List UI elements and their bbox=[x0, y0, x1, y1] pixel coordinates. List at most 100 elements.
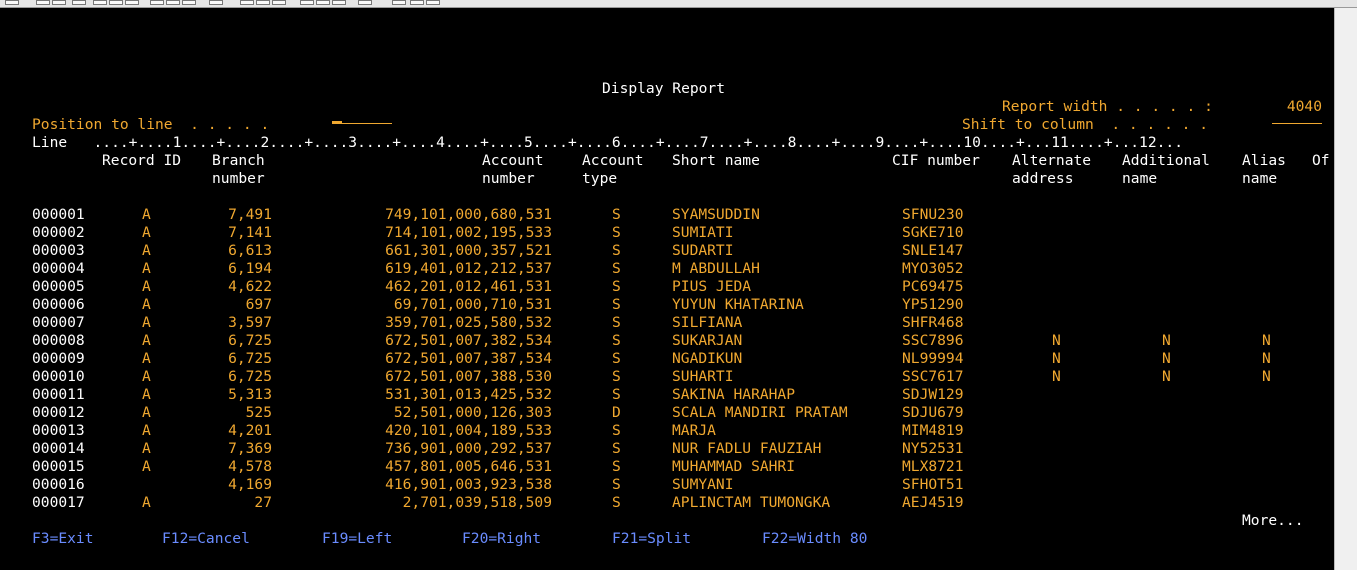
row-account-number: 69,701,000,710,531 bbox=[393, 296, 552, 313]
shift-to-column-input[interactable] bbox=[1272, 116, 1322, 134]
row-account-type: S bbox=[612, 476, 621, 493]
row-account-type: S bbox=[612, 494, 621, 511]
row-line-number: 000002 bbox=[32, 224, 85, 241]
row-record-id: A bbox=[142, 494, 151, 511]
row-account-number: 619,401,012,212,537 bbox=[385, 260, 552, 277]
row-short-name: SUKARJAN bbox=[672, 332, 743, 349]
row-short-name: NUR FADLU FAUZIAH bbox=[672, 440, 822, 457]
f21-split-key[interactable]: F21=Split bbox=[612, 530, 691, 548]
row-cif-number: SFNU230 bbox=[902, 206, 964, 223]
row-alternate-address: N bbox=[1052, 332, 1061, 349]
column-header-account-number: Account bbox=[482, 152, 544, 169]
row-account-number: 531,301,013,425,532 bbox=[385, 386, 552, 403]
row-record-id: A bbox=[142, 296, 151, 313]
f3-exit-key[interactable]: F3=Exit bbox=[32, 530, 94, 548]
row-branch: 4,578 bbox=[228, 458, 272, 475]
row-account-type: S bbox=[612, 332, 621, 349]
toolbar-button[interactable] bbox=[410, 0, 424, 5]
toolbar-button[interactable] bbox=[256, 0, 270, 5]
row-account-number: 672,501,007,382,534 bbox=[385, 332, 552, 349]
row-branch: 3,597 bbox=[228, 314, 272, 331]
row-account-number: 749,101,000,680,531 bbox=[385, 206, 552, 223]
toolbar-button[interactable] bbox=[358, 0, 372, 5]
toolbar-button[interactable] bbox=[166, 0, 180, 5]
row-line-number: 000010 bbox=[32, 368, 85, 385]
row-account-number: 661,301,000,357,521 bbox=[385, 242, 552, 259]
row-additional-name: N bbox=[1162, 350, 1171, 367]
column-header-cif-number: CIF number bbox=[892, 152, 980, 169]
row-branch: 6,725 bbox=[228, 368, 272, 385]
row-short-name: MARJA bbox=[672, 422, 716, 439]
toolbar-button[interactable] bbox=[36, 0, 50, 5]
row-short-name: SCALA MANDIRI PRATAM bbox=[672, 404, 848, 421]
row-short-name: M ABDULLAH bbox=[672, 260, 760, 277]
row-record-id: A bbox=[142, 350, 151, 367]
row-record-id: A bbox=[142, 314, 151, 331]
row-branch: 6,725 bbox=[228, 332, 272, 349]
row-cif-number: AEJ4519 bbox=[902, 494, 964, 511]
row-short-name: SAKINA HARAHAP bbox=[672, 386, 796, 403]
toolbar-button[interactable] bbox=[93, 0, 107, 5]
row-account-number: 736,901,000,292,537 bbox=[385, 440, 552, 457]
row-record-id: A bbox=[142, 440, 151, 457]
toolbar-button[interactable] bbox=[240, 0, 254, 5]
toolbar-button[interactable] bbox=[52, 0, 66, 5]
row-cif-number: SHFR468 bbox=[902, 314, 964, 331]
table-row: 000002 A 7,141 714,101,002,195,533 S SUM… bbox=[0, 224, 1334, 242]
row-account-type: S bbox=[612, 224, 621, 241]
f12-cancel-key[interactable]: F12=Cancel bbox=[162, 530, 250, 548]
vertical-scrollbar[interactable] bbox=[1334, 8, 1357, 570]
row-account-number: 52,501,000,126,303 bbox=[393, 404, 552, 421]
table-row: 000013 A 4,201 420,101,004,189,533 S MAR… bbox=[0, 422, 1334, 440]
toolbar-button[interactable] bbox=[109, 0, 123, 5]
toolbar-button[interactable] bbox=[5, 0, 19, 5]
row-account-type: S bbox=[612, 458, 621, 475]
row-account-type: S bbox=[612, 386, 621, 403]
row-line-number: 000003 bbox=[32, 242, 85, 259]
table-row: 000017 A 27 2,701,039,518,509 S APLINCTA… bbox=[0, 494, 1334, 512]
table-row: 000011 A 5,313 531,301,013,425,532 S SAK… bbox=[0, 386, 1334, 404]
row-line-number: 000012 bbox=[32, 404, 85, 421]
row-short-name: SUHARTI bbox=[672, 368, 734, 385]
row-record-id: A bbox=[142, 278, 151, 295]
f19-left-key[interactable]: F19=Left bbox=[322, 530, 392, 548]
table-row: 000009 A 6,725 672,501,007,387,534 S NGA… bbox=[0, 350, 1334, 368]
row-cif-number: NL99994 bbox=[902, 350, 964, 367]
toolbar-button[interactable] bbox=[300, 0, 314, 5]
row-account-type: D bbox=[612, 404, 621, 421]
row-alias-name: N bbox=[1262, 368, 1271, 385]
row-account-type: S bbox=[612, 350, 621, 367]
row-branch: 27 bbox=[254, 494, 272, 511]
toolbar-button[interactable] bbox=[272, 0, 286, 5]
row-cif-number: YP51290 bbox=[902, 296, 964, 313]
row-record-id: A bbox=[142, 224, 151, 241]
toolbar-button[interactable] bbox=[316, 0, 330, 5]
row-short-name: APLINCTAM TUMONGKA bbox=[672, 494, 831, 511]
table-row: 000010 A 6,725 672,501,007,388,530 S SUH… bbox=[0, 368, 1334, 386]
row-record-id: A bbox=[142, 458, 151, 475]
f22-width-80-key[interactable]: F22=Width 80 bbox=[762, 530, 867, 548]
toolbar-button[interactable] bbox=[125, 0, 139, 5]
page-title: Display Report bbox=[602, 80, 726, 97]
terminal-screen: Display Report Report width . . . . . : … bbox=[0, 8, 1334, 570]
f20-right-key[interactable]: F20=Right bbox=[462, 530, 541, 548]
position-to-line-input[interactable] bbox=[332, 116, 392, 134]
table-row: 000007 A 3,597 359,701,025,580,532 S SIL… bbox=[0, 314, 1334, 332]
column-header-branch-2: number bbox=[212, 170, 265, 187]
row-record-id: A bbox=[142, 368, 151, 385]
column-header-alias-name-2: name bbox=[1242, 170, 1278, 187]
toolbar-button[interactable] bbox=[150, 0, 164, 5]
toolbar-button[interactable] bbox=[182, 0, 196, 5]
toolbar-button[interactable] bbox=[209, 0, 223, 5]
toolbar-button[interactable] bbox=[392, 0, 406, 5]
toolbar-button[interactable] bbox=[426, 0, 440, 5]
row-account-type: S bbox=[612, 278, 621, 295]
column-header-account-type-2: type bbox=[582, 170, 618, 187]
row-account-number: 416,901,003,923,538 bbox=[385, 476, 552, 493]
row-short-name: SILFIANA bbox=[672, 314, 743, 331]
toolbar-button[interactable] bbox=[72, 0, 86, 5]
row-account-number: 714,101,002,195,533 bbox=[385, 224, 552, 241]
row-alias-name: N bbox=[1262, 350, 1271, 367]
row-cif-number: PC69475 bbox=[902, 278, 964, 295]
toolbar-button[interactable] bbox=[332, 0, 346, 5]
